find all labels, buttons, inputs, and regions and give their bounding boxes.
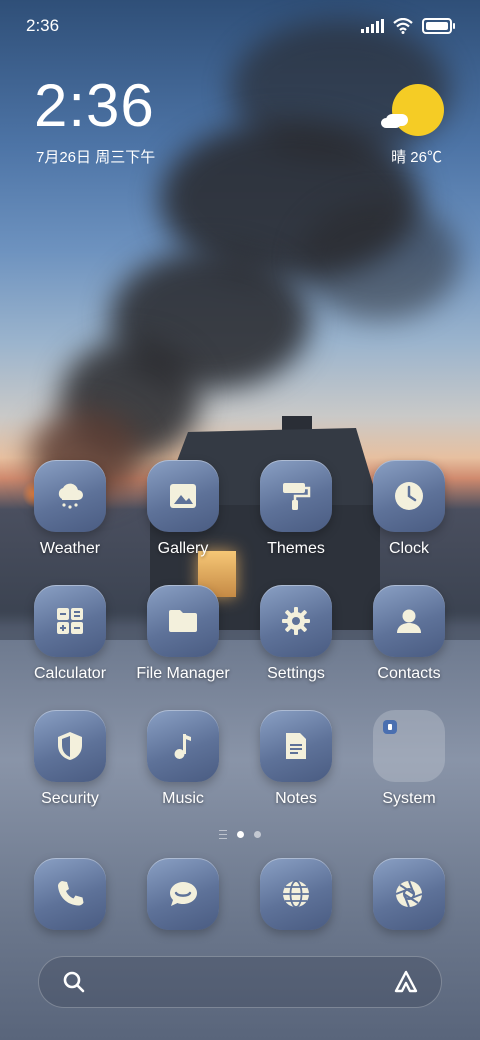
app-label: Calculator: [33, 665, 107, 682]
dock-browser[interactable]: [241, 858, 351, 930]
app-label: Contacts: [377, 665, 441, 682]
app-label: Settings: [267, 665, 325, 682]
app-label: Clock: [388, 540, 429, 557]
clock-widget-time[interactable]: 2:36: [34, 76, 155, 136]
app-security[interactable]: Security: [15, 710, 125, 808]
sun-icon[interactable]: [392, 84, 444, 136]
assistant-icon[interactable]: [393, 969, 419, 995]
music-icon: [147, 710, 219, 782]
globe-icon: [260, 858, 332, 930]
app-label: System: [382, 790, 436, 807]
search-bar[interactable]: [38, 956, 442, 1008]
dock-camera[interactable]: [354, 858, 464, 930]
contacts-icon: [373, 585, 445, 657]
app-label: Music: [162, 790, 204, 807]
camera-aperture-icon: [373, 858, 445, 930]
signal-icon: [361, 19, 384, 33]
app-folder-system[interactable]: System: [354, 710, 464, 808]
page-dot: [254, 831, 261, 838]
folder-system-icon: [373, 710, 445, 782]
page-indicator[interactable]: [0, 830, 480, 839]
app-label: Themes: [267, 540, 325, 557]
app-weather[interactable]: Weather: [15, 460, 125, 558]
app-file-manager[interactable]: File Manager: [128, 585, 238, 683]
app-label: File Manager: [136, 665, 230, 682]
battery-icon: [422, 18, 455, 34]
app-settings[interactable]: Settings: [241, 585, 351, 683]
cloud-icon: [386, 114, 408, 126]
settings-icon: [260, 585, 332, 657]
dock-messages[interactable]: [128, 858, 238, 930]
app-music[interactable]: Music: [128, 710, 238, 808]
feed-page-icon: [219, 830, 227, 839]
weather-icon: [34, 460, 106, 532]
themes-icon: [260, 460, 332, 532]
app-label: Gallery: [157, 540, 209, 557]
status-bar: 2:36: [26, 14, 455, 38]
wifi-icon: [393, 18, 413, 34]
shield-icon: [34, 710, 106, 782]
clock-icon: [373, 460, 445, 532]
search-icon[interactable]: [61, 969, 87, 995]
messages-icon: [147, 858, 219, 930]
app-label: Weather: [39, 540, 101, 557]
app-themes[interactable]: Themes: [241, 460, 351, 558]
dock-phone[interactable]: [15, 858, 125, 930]
clock-widget-date[interactable]: 7月26日 周三下午: [36, 146, 155, 167]
phone-icon: [34, 858, 106, 930]
app-label: Notes: [275, 790, 317, 807]
gallery-icon: [147, 460, 219, 532]
app-notes[interactable]: Notes: [241, 710, 351, 808]
calculator-icon: [34, 585, 106, 657]
notes-icon: [260, 710, 332, 782]
app-clock[interactable]: Clock: [354, 460, 464, 558]
weather-widget-text[interactable]: 晴 26℃: [391, 146, 442, 167]
app-contacts[interactable]: Contacts: [354, 585, 464, 683]
page-dot-active: [237, 831, 244, 838]
status-time: 2:36: [26, 16, 60, 35]
folder-icon: [147, 585, 219, 657]
app-label: Security: [41, 790, 99, 807]
app-gallery[interactable]: Gallery: [128, 460, 238, 558]
app-calculator[interactable]: Calculator: [15, 585, 125, 683]
